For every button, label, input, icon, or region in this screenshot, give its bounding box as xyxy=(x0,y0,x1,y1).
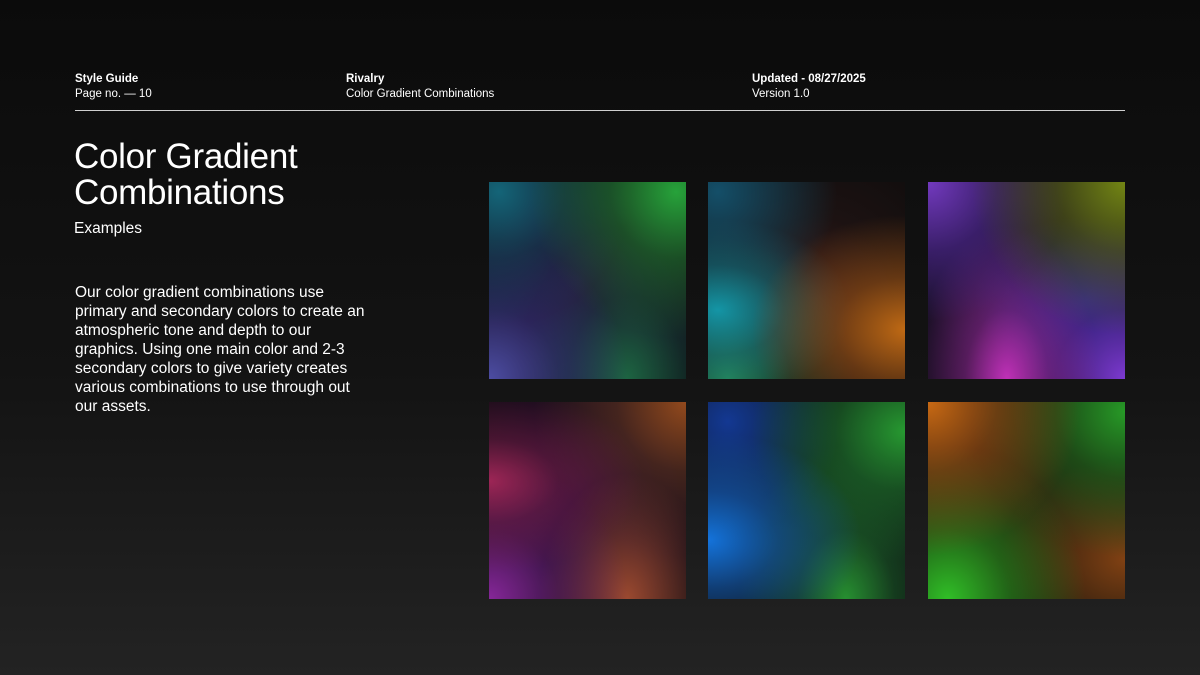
description-paragraph: Our color gradient combinations use prim… xyxy=(75,284,365,415)
gradient-swatch-4 xyxy=(489,402,686,599)
gradient-swatch-5 xyxy=(708,402,905,599)
header-section-name: Color Gradient Combinations xyxy=(346,87,495,100)
gradient-swatch-3 xyxy=(928,182,1125,379)
page-header: Style Guide Page no. — 10 Rivalry Color … xyxy=(75,72,1125,111)
header-document-info: Style Guide Page no. — 10 xyxy=(75,72,152,101)
header-updated-date: Updated - 08/27/2025 xyxy=(752,73,866,85)
header-version: Version 1.0 xyxy=(752,87,810,100)
header-brand-info: Rivalry Color Gradient Combinations xyxy=(346,72,494,101)
gradient-swatch-6 xyxy=(928,402,1125,599)
header-brand-name: Rivalry xyxy=(346,73,385,85)
gradient-swatch-1 xyxy=(489,182,686,379)
header-doc-title: Style Guide xyxy=(75,73,139,85)
page-title: Color Gradient Combinations xyxy=(74,137,298,212)
gradient-swatch-2 xyxy=(708,182,905,379)
page-subtitle: Examples xyxy=(74,220,143,237)
header-page-number: Page no. — 10 xyxy=(75,87,152,100)
header-version-info: Updated - 08/27/2025 Version 1.0 xyxy=(752,72,866,101)
